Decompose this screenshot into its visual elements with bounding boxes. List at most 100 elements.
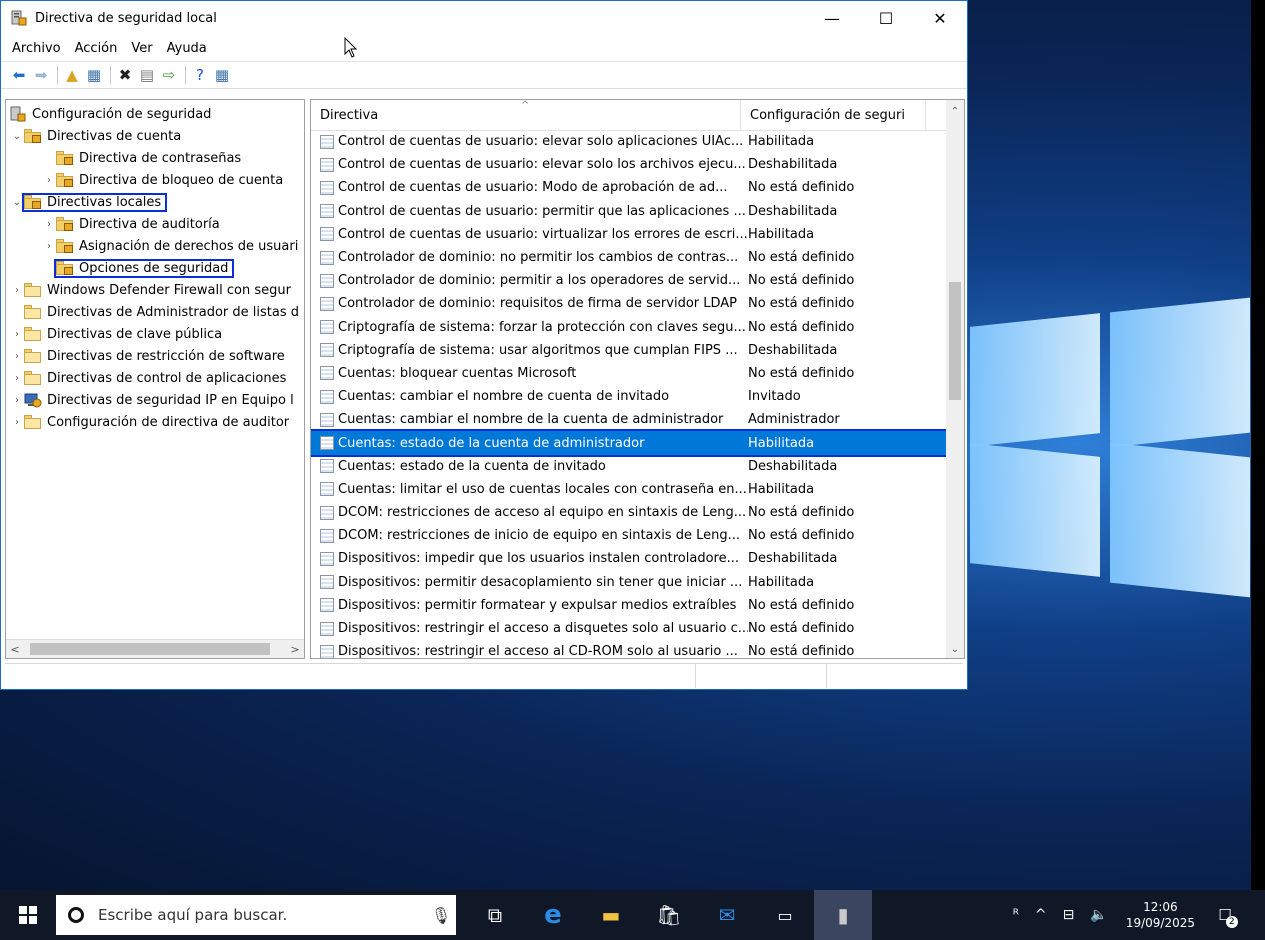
table-row[interactable]: Dispositivos: permitir desacoplamiento s… [311, 571, 946, 594]
expander-icon[interactable]: › [42, 219, 56, 230]
table-row[interactable]: Control de cuentas de usuario: elevar so… [311, 153, 946, 176]
up-folder-icon[interactable]: ▲ [62, 65, 82, 85]
menu-accion[interactable]: Acción [68, 41, 125, 56]
start-button[interactable] [0, 890, 56, 940]
tree-item-account-policies[interactable]: ⌄ Directivas de cuenta [10, 125, 181, 147]
menu-ver[interactable]: Ver [124, 41, 159, 56]
tree-item-user-rights[interactable]: › Asignación de derechos de usuari [42, 235, 298, 257]
table-row[interactable]: Cuentas: estado de la cuenta de invitado… [311, 455, 946, 478]
expander-icon[interactable]: › [10, 285, 24, 296]
tree-item-security-settings[interactable]: Configuración de seguridad [10, 103, 211, 125]
back-icon[interactable]: ⬅ [9, 65, 29, 85]
cmd-icon[interactable]: ▭ [756, 890, 814, 940]
taskbar-search-box[interactable]: Escribe aquí para buscar. 🎙 [56, 895, 456, 935]
table-row[interactable]: Dispositivos: restringir el acceso a dis… [311, 617, 946, 640]
tree-item-ip-security[interactable]: › Directivas de seguridad IP en Equipo l [10, 389, 294, 411]
mail-icon[interactable]: ✉ [698, 890, 756, 940]
expander-icon[interactable]: › [10, 417, 24, 428]
scroll-right-icon[interactable]: > [286, 640, 304, 658]
table-row[interactable]: Criptografía de sistema: forzar la prote… [311, 316, 946, 339]
tree-label: Directivas de Administrador de listas d [47, 304, 299, 320]
expander-icon[interactable]: › [10, 395, 24, 406]
export-icon[interactable]: ⇨ [159, 65, 179, 85]
scroll-thumb[interactable] [949, 282, 961, 400]
scroll-left-icon[interactable]: < [6, 640, 24, 658]
tree-item-public-key[interactable]: › Directivas de clave pública [10, 323, 222, 345]
tree-item-defender-firewall[interactable]: › Windows Defender Firewall con segur [10, 279, 291, 301]
title-bar[interactable]: Directiva de seguridad local — ☐ ✕ [1, 1, 967, 35]
table-row[interactable]: Dispositivos: permitir formatear y expul… [311, 594, 946, 617]
security-policy-icon[interactable]: ▮ [814, 890, 872, 940]
tree-item-network-list-manager[interactable]: Directivas de Administrador de listas d [24, 301, 299, 323]
expander-icon[interactable]: ⌄ [10, 131, 24, 142]
table-row[interactable]: Controlador de dominio: requisitos de fi… [311, 292, 946, 315]
policy-name: Dispositivos: permitir formatear y expul… [338, 597, 737, 613]
tree-item-software-restriction[interactable]: › Directivas de restricción de software [10, 345, 285, 367]
table-row[interactable]: Cuentas: bloquear cuentas Microsoft No es… [311, 362, 946, 385]
table-row[interactable]: Dispositivos: impedir que los usuarios i… [311, 547, 946, 570]
scroll-up-icon[interactable]: ⌃ [946, 102, 964, 120]
expander-icon[interactable]: › [10, 351, 24, 362]
table-row[interactable]: Dispositivos: restringir el acceso al CD… [311, 640, 946, 658]
scroll-down-icon[interactable]: ⌄ [946, 640, 964, 658]
policy-icon [320, 644, 334, 658]
table-row[interactable]: Control de cuentas de usuario: virtualiz… [311, 223, 946, 246]
help-icon[interactable]: ? [190, 65, 210, 85]
maximize-button[interactable]: ☐ [859, 1, 913, 35]
edge-icon[interactable]: e [524, 890, 582, 940]
folder-lock-icon [56, 217, 74, 231]
security-options-highlight: Opciones de seguridad [53, 258, 235, 278]
task-view-icon[interactable]: ⧉ [466, 890, 524, 940]
forward-icon[interactable]: ➡ [31, 65, 51, 85]
tree-item-local-policies[interactable]: ⌄ Directivas locales [10, 191, 168, 213]
table-row[interactable]: Control de cuentas de usuario: Modo de a… [311, 176, 946, 199]
list-vertical-scrollbar[interactable]: ⌃ ⌄ [946, 100, 964, 658]
tree-item-lockout-policy[interactable]: › Directiva de bloqueo de cuenta [42, 169, 283, 191]
show-hidden-icons-icon[interactable]: ^ [1027, 907, 1055, 923]
delete-icon[interactable]: ✖ [115, 65, 135, 85]
expander-icon[interactable]: › [42, 175, 56, 186]
status-section [696, 664, 827, 688]
volume-icon[interactable]: 🔈 [1082, 907, 1115, 923]
people-icon[interactable]: ᴿ [1005, 907, 1027, 923]
table-row[interactable]: Cuentas: limitar el uso de cuentas local… [311, 478, 946, 501]
file-explorer-icon[interactable]: ▬ [582, 890, 640, 940]
expander-icon[interactable]: ⌄ [10, 197, 24, 208]
table-row[interactable]: Control de cuentas de usuario: elevar so… [311, 130, 946, 153]
show-hide-tree-icon[interactable]: ▦ [84, 65, 104, 85]
network-icon[interactable]: ⊟ [1055, 907, 1083, 923]
clock[interactable]: 12:06 19/09/2025 [1116, 899, 1205, 931]
action-center-icon[interactable]: ☐ 2 [1205, 890, 1245, 940]
properties-icon[interactable]: ▤ [137, 65, 157, 85]
tree-item-app-control[interactable]: › Directivas de control de aplicaciones [10, 367, 286, 389]
table-row[interactable]: Cuentas: cambiar el nombre de la cuenta … [311, 408, 946, 431]
microphone-icon[interactable]: 🎙 [426, 906, 456, 925]
minimize-button[interactable]: — [805, 1, 859, 35]
table-row[interactable]: DCOM: restricciones de acceso al equipo … [311, 501, 946, 524]
table-row[interactable]: Cuentas: estado de la cuenta de administ… [311, 429, 948, 457]
table-row[interactable]: Controlador de dominio: permitir a los o… [311, 269, 946, 292]
tree-item-audit-config[interactable]: › Configuración de directiva de auditor [10, 411, 289, 433]
tree-item-audit-policy[interactable]: › Directiva de auditoría [42, 213, 220, 235]
scroll-thumb[interactable] [30, 643, 270, 655]
view-icon[interactable]: ▦ [212, 65, 232, 85]
tree-item-security-options[interactable]: Opciones de seguridad [53, 257, 235, 279]
tree-item-password-policy[interactable]: Directiva de contraseñas [56, 147, 241, 169]
expander-icon[interactable]: › [10, 329, 24, 340]
show-desktop-button[interactable] [1245, 890, 1265, 940]
column-header-policy[interactable]: ^ Directiva [311, 100, 741, 130]
menu-ayuda[interactable]: Ayuda [160, 41, 214, 56]
table-row[interactable]: Controlador de dominio: no permitir los … [311, 246, 946, 269]
store-icon[interactable]: 🛍 [640, 890, 698, 940]
table-row[interactable]: Cuentas: cambiar el nombre de cuenta de … [311, 385, 946, 408]
close-button[interactable]: ✕ [913, 1, 967, 35]
column-header-setting[interactable]: Configuración de seguri [741, 100, 926, 130]
table-row[interactable]: Criptografía de sistema: usar algoritmos… [311, 339, 946, 362]
expander-icon[interactable]: › [10, 373, 24, 384]
expander-icon[interactable]: › [42, 241, 56, 252]
table-row[interactable]: DCOM: restricciones de inicio de equipo … [311, 524, 946, 547]
policy-icon [320, 366, 334, 381]
table-row[interactable]: Control de cuentas de usuario: permitir … [311, 200, 946, 223]
tree-horizontal-scrollbar[interactable]: < > [6, 639, 304, 658]
menu-archivo[interactable]: Archivo [5, 41, 68, 56]
